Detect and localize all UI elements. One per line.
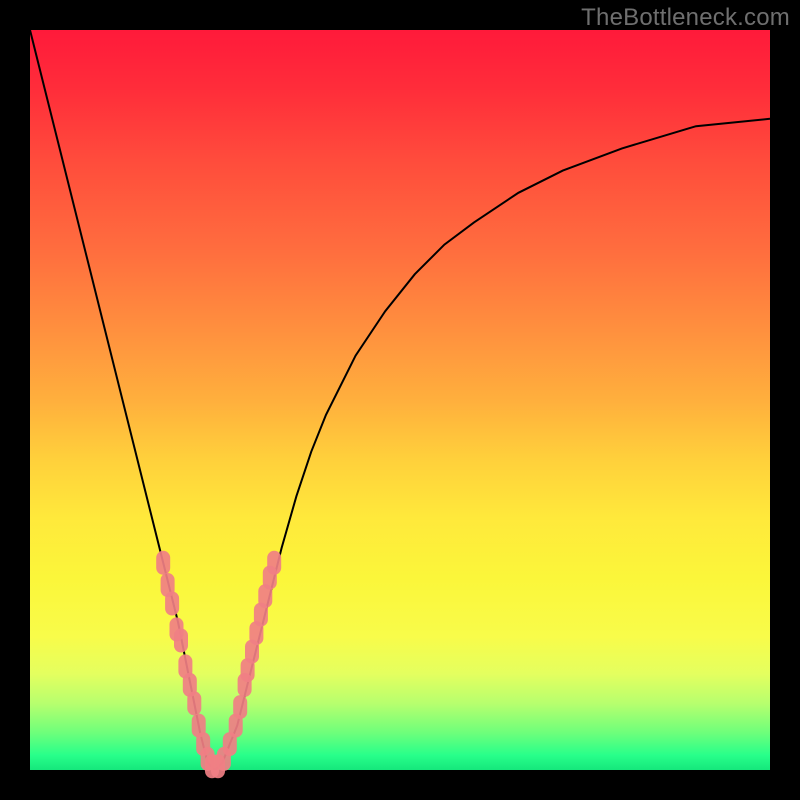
plot-area: [30, 30, 770, 770]
sample-marker: [165, 592, 179, 616]
sample-marker: [187, 691, 201, 715]
marker-group: [156, 551, 281, 779]
chart-frame: TheBottleneck.com: [0, 0, 800, 800]
bottleneck-curve: [30, 30, 770, 770]
watermark-text: TheBottleneck.com: [581, 4, 790, 32]
curve-group: [30, 30, 770, 770]
sample-marker: [233, 695, 247, 719]
chart-svg: [30, 30, 770, 770]
sample-marker: [156, 551, 170, 575]
sample-marker: [174, 629, 188, 653]
sample-marker: [267, 551, 281, 575]
